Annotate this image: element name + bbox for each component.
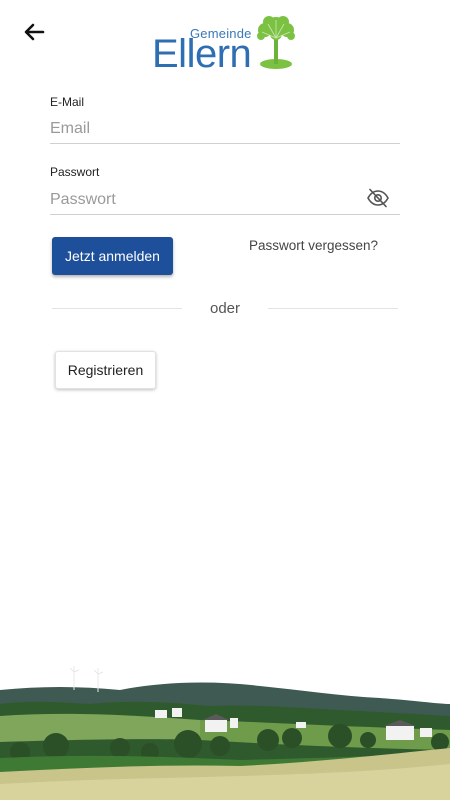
arrow-left-icon (24, 23, 45, 41)
eye-off-icon (367, 188, 389, 208)
tree-icon (257, 16, 295, 69)
email-label: E-Mail (50, 95, 85, 109)
forgot-password-link[interactable]: Passwort vergessen? (249, 238, 378, 253)
back-button[interactable] (18, 16, 50, 48)
logo-big-text: Ellern (152, 32, 252, 76)
password-input[interactable] (50, 185, 400, 215)
village-landscape-image (0, 666, 450, 800)
divider-right (268, 308, 398, 309)
login-button[interactable]: Jetzt anmelden (52, 237, 173, 275)
toggle-password-visibility-button[interactable] (366, 188, 390, 208)
password-label: Passwort (50, 165, 100, 179)
register-button[interactable]: Registrieren (55, 351, 156, 389)
app-logo: Gemeinde Ellern (150, 12, 300, 76)
email-input[interactable] (50, 114, 400, 144)
